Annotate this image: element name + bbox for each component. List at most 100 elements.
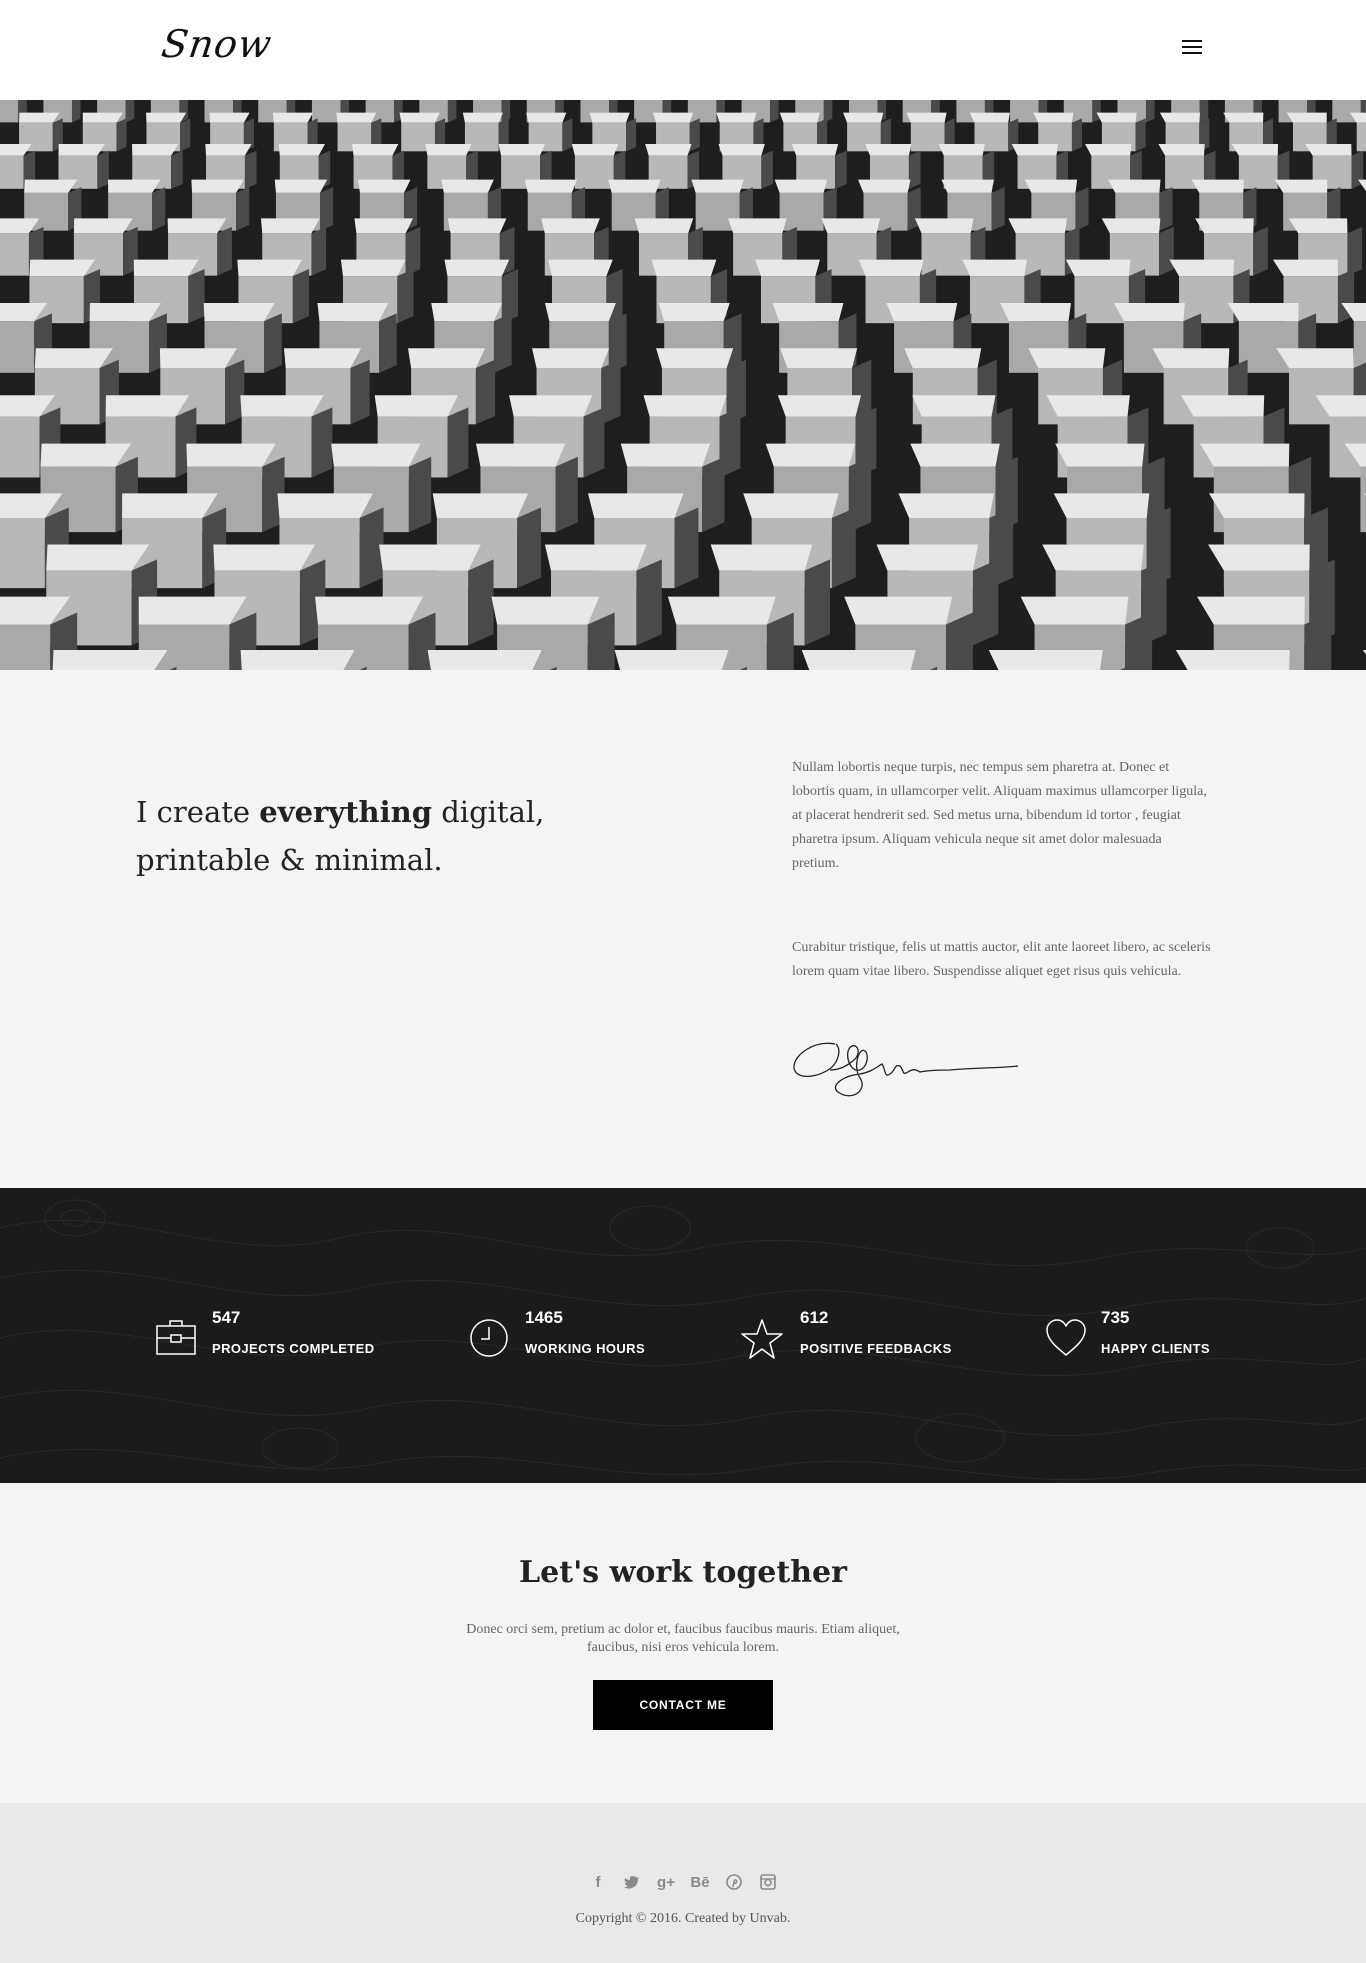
hero-block-top [914,218,974,234]
hero-block-front [1010,100,1039,123]
hero-block-top [1159,112,1201,123]
hero-block-top [1199,443,1290,467]
hero-block-front [0,321,35,373]
stat-number: 547 [212,1308,241,1327]
hero-block-shadow [823,100,833,123]
hero-block-top [1223,112,1264,123]
hero-block-top [105,395,190,417]
hero-block-top [1108,179,1161,193]
hero-block-top [213,544,315,571]
pinterest-icon[interactable] [724,1872,744,1892]
hero-block-top [524,179,578,193]
hero-block-shadow [475,359,496,425]
stat-label: POSITIVE FEEDBACKS [800,1341,952,1356]
intro-paragraph-2: Curabitur tristique, felis ut mattis auc… [792,940,1211,979]
hero-block-top [34,348,113,369]
hero-block-top [1085,143,1132,156]
hero-block-top [427,650,542,670]
hero-block-top [374,395,458,417]
hero-block-top [777,395,862,417]
site-logo[interactable]: Snow [159,22,275,66]
cta-text-line1: Donec orci sem, pretium ac dolor et, fau… [466,1622,900,1637]
hero-block-front [0,517,45,589]
hero-block-top [261,218,320,234]
hero-block-top [876,544,979,571]
hero-block-top [159,348,237,369]
hero-block-front [0,100,19,123]
hero-block-top [1000,303,1071,322]
hero-block-top [441,179,494,193]
hero-block-top [544,303,616,322]
hero-block-top [645,143,692,156]
hero-block-top [988,650,1103,670]
hero-block-top [620,443,711,467]
hero-block-shadow [1092,100,1101,123]
hero-block-top [728,218,787,234]
behance-icon[interactable]: Bē [690,1872,710,1892]
hero-block-shadow [152,187,166,231]
hero-block-top [89,303,161,322]
hero-block-shadow [180,118,191,152]
hero-block-top [1042,544,1144,571]
site-footer: f g+ Bē Copyright © 2016. Created by Unv… [0,1803,1366,1963]
stat-number: 1465 [525,1308,563,1327]
google-plus-icon[interactable]: g+ [656,1872,676,1892]
hero-block-top [205,143,252,156]
hero-block-top [379,544,481,571]
hero-block-shadow [171,150,183,189]
cta-text: Donec orci sem, pretium ac dolor et, fau… [433,1621,933,1657]
hero-block-shadow [761,150,773,189]
hero-block-top [1276,348,1354,369]
hero-block-top [774,179,828,193]
hero-block-top [425,143,472,156]
hero-block-top [801,650,916,670]
instagram-icon[interactable] [758,1872,778,1892]
hero-block-top [336,112,377,123]
facebook-icon[interactable]: f [588,1872,608,1892]
stat-label: HAPPY CLIENTS [1101,1341,1210,1356]
hero-block-top [1028,348,1106,369]
hero-block-top [475,443,566,467]
hero-block-top [589,112,630,123]
hero-block-top [52,650,168,670]
contact-me-button[interactable]: CONTACT ME [593,1680,773,1730]
hero-block-top [1046,395,1130,417]
hero-block-top [1020,596,1129,625]
stat-label: WORKING HOURS [525,1341,646,1356]
hero-block-front [921,233,971,276]
briefcase-icon [156,1320,196,1355]
hero-block-top [186,443,276,467]
hero-block-top [1272,259,1338,277]
hero-block-shadow [1159,226,1174,276]
hero-block-top [1008,218,1067,234]
hero-block-top [132,143,179,156]
hero-block-top [912,395,996,417]
hero-block-shadow [468,559,494,646]
hero-block-top [40,443,132,467]
twitter-icon[interactable] [622,1872,642,1892]
hero-block-top [1305,143,1352,156]
hero-block-shadow [264,313,282,373]
hero-block-top [274,179,328,193]
stat-number: 612 [800,1308,829,1327]
hero-block-shadow [408,456,432,533]
topographic-pattern [0,1199,1366,1481]
hero-block-top [82,112,123,123]
stat-label: PROJECTS COMPLETED [212,1341,375,1356]
hero-block-top [608,179,661,193]
hero-block-top [1065,259,1131,277]
hero-block-top [354,218,414,234]
hero-block-shadow [991,187,1005,231]
hero-block-top [858,259,924,277]
hero-block-shadow [517,507,542,589]
hero-block-top [865,143,912,156]
hero-block-shadow [236,187,250,231]
hamburger-menu-icon[interactable] [1180,36,1204,60]
hero-block-top [910,443,1000,467]
hero-block-top [544,544,647,571]
hero-block-shadow [116,118,127,152]
hero-block-top [906,112,947,123]
hero-block-top [716,112,757,123]
hero-block-top [526,112,567,123]
hero-block-top [791,143,839,156]
